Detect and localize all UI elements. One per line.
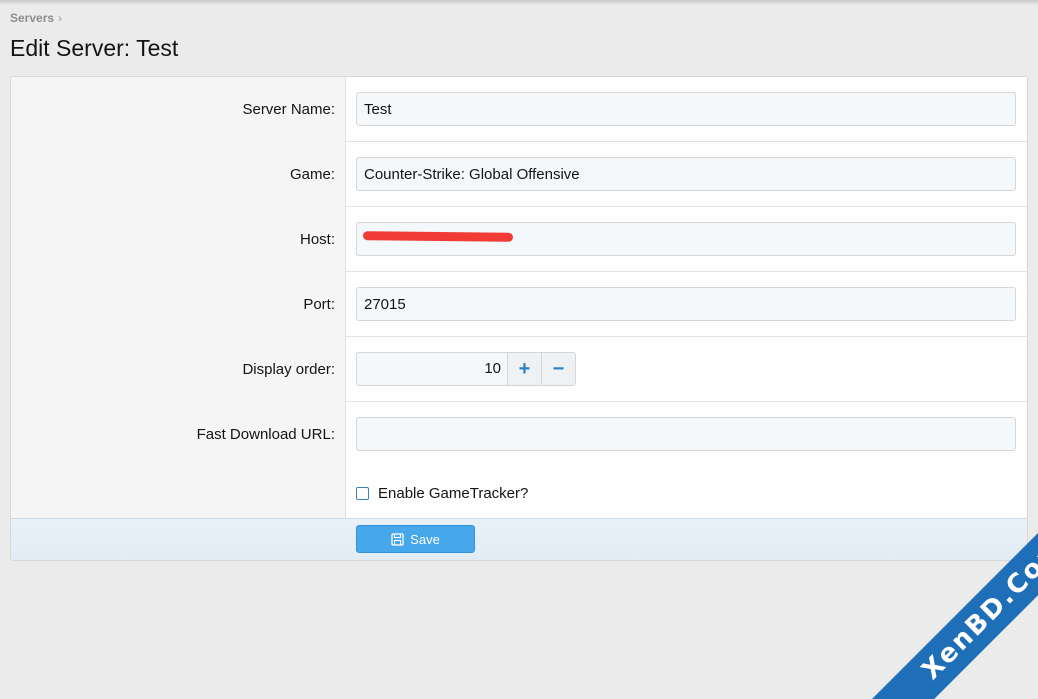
server-name-input[interactable] — [356, 92, 1016, 126]
enable-gametracker-option[interactable]: Enable GameTracker? — [356, 484, 528, 502]
row-divider — [346, 141, 1027, 142]
form-footer: Save — [11, 518, 1027, 560]
save-button[interactable]: Save — [356, 525, 475, 553]
display-order-input[interactable] — [357, 353, 507, 385]
floppy-disk-icon — [391, 532, 404, 546]
minus-icon: − — [552, 358, 565, 380]
enable-gametracker-label[interactable]: Enable GameTracker? — [378, 485, 528, 502]
server-name-label: Server Name: — [242, 101, 335, 118]
enable-gametracker-checkbox[interactable] — [356, 486, 369, 500]
label-column: Server Name: Game: Host: Port: Display o… — [11, 77, 346, 518]
plus-icon: + — [518, 358, 531, 380]
row-divider — [346, 271, 1027, 272]
host-label: Host: — [299, 231, 335, 248]
decrement-button[interactable]: − — [541, 353, 575, 385]
page-title: Edit Server: Test — [10, 35, 179, 61]
row-divider — [346, 206, 1027, 207]
breadcrumb-item-servers[interactable]: Servers — [10, 11, 54, 25]
display-order-stepper: + − — [356, 352, 576, 386]
port-input[interactable] — [356, 287, 1016, 321]
save-button-label: Save — [410, 531, 440, 547]
edit-server-form: Server Name: Game: Host: Port: Display o… — [10, 76, 1028, 561]
game-input[interactable] — [356, 157, 1016, 191]
host-redaction-mark — [362, 231, 514, 242]
breadcrumb-separator: › — [58, 11, 63, 25]
fast-download-url-label: Fast Download URL: — [196, 426, 335, 443]
increment-button[interactable]: + — [507, 353, 541, 385]
top-shadow — [0, 0, 1038, 5]
display-order-label: Display order: — [242, 361, 335, 378]
game-label: Game: — [289, 166, 335, 183]
row-divider — [346, 401, 1027, 402]
port-label: Port: — [303, 296, 335, 313]
fast-download-url-input[interactable] — [356, 417, 1016, 451]
row-divider — [346, 336, 1027, 337]
breadcrumb: Servers › — [10, 11, 62, 25]
